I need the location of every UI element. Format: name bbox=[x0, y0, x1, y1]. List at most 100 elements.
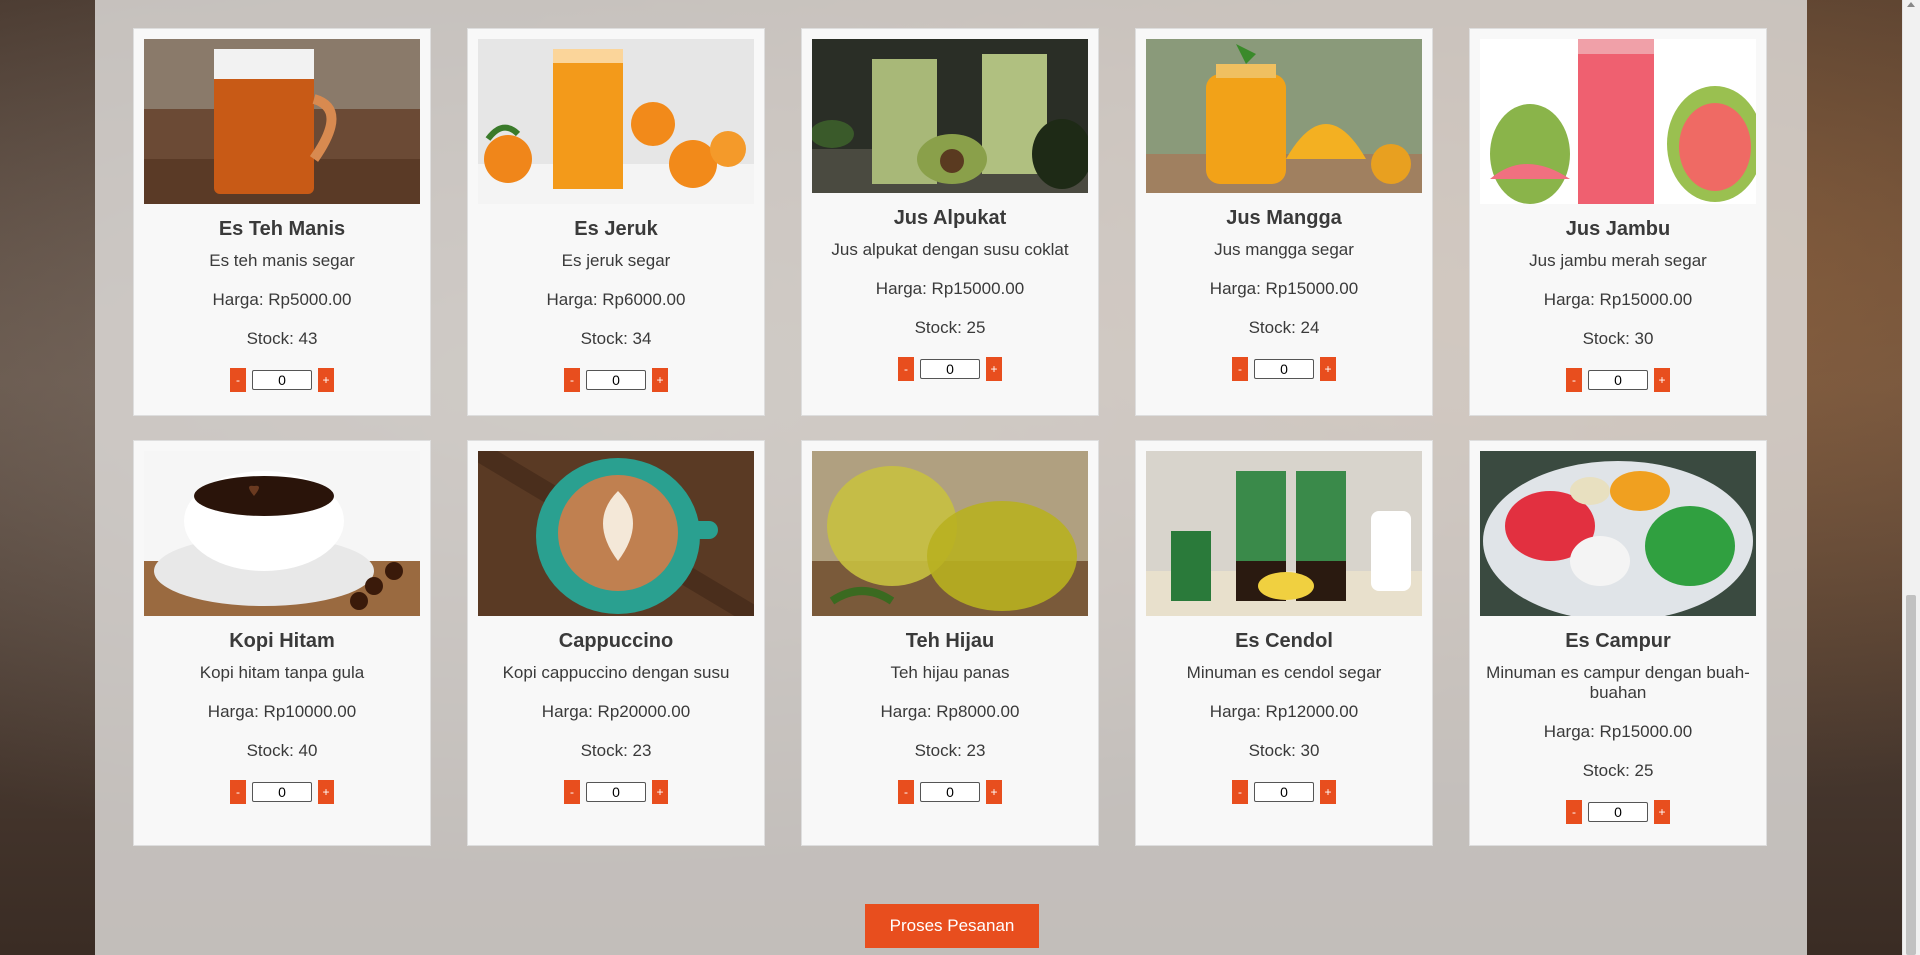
quantity-stepper: - + bbox=[144, 780, 420, 804]
scrollbar-thumb[interactable] bbox=[1906, 595, 1916, 955]
product-name: Es Jeruk bbox=[574, 218, 658, 240]
quantity-input[interactable] bbox=[920, 359, 980, 379]
product-stock: Stock: 30 bbox=[1248, 741, 1320, 760]
page-scrollbar[interactable] bbox=[1902, 0, 1920, 955]
quantity-stepper: - + bbox=[478, 368, 754, 392]
product-description: Teh hijau panas bbox=[890, 663, 1010, 682]
guava-juice-image bbox=[1480, 39, 1756, 204]
orange-juice-image bbox=[478, 39, 754, 204]
es-campur-image bbox=[1480, 451, 1756, 616]
quantity-stepper: - + bbox=[144, 368, 420, 392]
product-description: Jus mangga segar bbox=[1214, 240, 1354, 259]
product-card: Es Cendol Minuman es cendol segar Harga:… bbox=[1135, 440, 1433, 846]
decrease-button[interactable]: - bbox=[564, 368, 580, 392]
product-description: Minuman es cendol segar bbox=[1186, 663, 1382, 682]
product-card: Teh Hijau Teh hijau panas Harga: Rp8000.… bbox=[801, 440, 1099, 846]
quantity-input[interactable] bbox=[920, 782, 980, 802]
product-card: Es Campur Minuman es campur dengan buah-… bbox=[1469, 440, 1767, 846]
quantity-stepper: - + bbox=[1480, 368, 1756, 392]
product-stock: Stock: 23 bbox=[580, 741, 652, 760]
increase-button[interactable]: + bbox=[1320, 780, 1336, 804]
main-content: Es Teh Manis Es teh manis segar Harga: R… bbox=[95, 0, 1807, 955]
product-name: Es Teh Manis bbox=[218, 218, 346, 240]
product-name: Teh Hijau bbox=[905, 630, 995, 652]
product-card: Cappuccino Kopi cappuccino dengan susu H… bbox=[467, 440, 765, 846]
quantity-stepper: - + bbox=[478, 780, 754, 804]
increase-button[interactable]: + bbox=[318, 368, 334, 392]
product-name: Es Cendol bbox=[1235, 630, 1333, 652]
quantity-stepper: - + bbox=[812, 780, 1088, 804]
product-name: Jus Jambu bbox=[1565, 218, 1671, 240]
product-stock: Stock: 34 bbox=[580, 329, 652, 348]
product-description: Kopi cappuccino dengan susu bbox=[502, 663, 730, 682]
increase-button[interactable]: + bbox=[1320, 357, 1336, 381]
product-name: Jus Alpukat bbox=[893, 207, 1007, 229]
product-price: Harga: Rp5000.00 bbox=[212, 290, 352, 309]
product-stock: Stock: 30 bbox=[1582, 329, 1654, 348]
quantity-stepper: - + bbox=[1146, 780, 1422, 804]
product-price: Harga: Rp8000.00 bbox=[880, 702, 1020, 721]
product-description: Es jeruk segar bbox=[561, 251, 671, 270]
increase-button[interactable]: + bbox=[986, 357, 1002, 381]
product-price: Harga: Rp6000.00 bbox=[546, 290, 686, 309]
product-description: Jus jambu merah segar bbox=[1529, 251, 1707, 270]
product-stock: Stock: 40 bbox=[246, 741, 318, 760]
decrease-button[interactable]: - bbox=[898, 357, 914, 381]
product-stock: Stock: 24 bbox=[1248, 318, 1320, 337]
process-order-button[interactable]: Proses Pesanan bbox=[865, 904, 1039, 948]
decrease-button[interactable]: - bbox=[1566, 800, 1582, 824]
decrease-button[interactable]: - bbox=[230, 780, 246, 804]
quantity-input[interactable] bbox=[586, 782, 646, 802]
product-card: Es Jeruk Es jeruk segar Harga: Rp6000.00… bbox=[467, 28, 765, 416]
quantity-input[interactable] bbox=[1254, 782, 1314, 802]
quantity-input[interactable] bbox=[586, 370, 646, 390]
product-price: Harga: Rp12000.00 bbox=[1209, 702, 1359, 721]
product-price: Harga: Rp15000.00 bbox=[1209, 279, 1359, 298]
quantity-input[interactable] bbox=[252, 782, 312, 802]
product-name: Es Campur bbox=[1565, 630, 1671, 652]
quantity-input[interactable] bbox=[1254, 359, 1314, 379]
green-tea-image bbox=[812, 451, 1088, 616]
product-card: Jus Alpukat Jus alpukat dengan susu cokl… bbox=[801, 28, 1099, 416]
product-price: Harga: Rp15000.00 bbox=[1543, 290, 1693, 309]
increase-button[interactable]: + bbox=[652, 780, 668, 804]
product-price: Harga: Rp20000.00 bbox=[541, 702, 691, 721]
quantity-input[interactable] bbox=[1588, 802, 1648, 822]
scroll-up-arrow-icon[interactable] bbox=[1907, 2, 1915, 7]
product-name: Kopi Hitam bbox=[229, 630, 335, 652]
cappuccino-image bbox=[478, 451, 754, 616]
increase-button[interactable]: + bbox=[986, 780, 1002, 804]
increase-button[interactable]: + bbox=[318, 780, 334, 804]
product-stock: Stock: 25 bbox=[1582, 761, 1654, 780]
quantity-stepper: - + bbox=[1480, 800, 1756, 824]
product-description: Minuman es campur dengan buah-buahan bbox=[1486, 663, 1750, 702]
increase-button[interactable]: + bbox=[652, 368, 668, 392]
increase-button[interactable]: + bbox=[1654, 800, 1670, 824]
product-price: Harga: Rp15000.00 bbox=[1543, 722, 1693, 741]
product-card: Jus Mangga Jus mangga segar Harga: Rp150… bbox=[1135, 28, 1433, 416]
quantity-input[interactable] bbox=[1588, 370, 1648, 390]
mango-juice-image bbox=[1146, 39, 1422, 193]
avocado-juice-image bbox=[812, 39, 1088, 193]
quantity-stepper: - + bbox=[812, 357, 1088, 381]
product-description: Es teh manis segar bbox=[209, 251, 355, 270]
decrease-button[interactable]: - bbox=[1232, 780, 1248, 804]
product-name: Cappuccino bbox=[558, 630, 674, 652]
decrease-button[interactable]: - bbox=[898, 780, 914, 804]
decrease-button[interactable]: - bbox=[564, 780, 580, 804]
decrease-button[interactable]: - bbox=[230, 368, 246, 392]
quantity-input[interactable] bbox=[252, 370, 312, 390]
black-coffee-image bbox=[144, 451, 420, 616]
product-stock: Stock: 43 bbox=[246, 329, 318, 348]
quantity-stepper: - + bbox=[1146, 357, 1422, 381]
product-card: Jus Jambu Jus jambu merah segar Harga: R… bbox=[1469, 28, 1767, 416]
product-stock: Stock: 23 bbox=[914, 741, 986, 760]
product-card: Es Teh Manis Es teh manis segar Harga: R… bbox=[133, 28, 431, 416]
product-price: Harga: Rp10000.00 bbox=[207, 702, 357, 721]
decrease-button[interactable]: - bbox=[1566, 368, 1582, 392]
product-price: Harga: Rp15000.00 bbox=[875, 279, 1025, 298]
product-description: Kopi hitam tanpa gula bbox=[199, 663, 365, 682]
increase-button[interactable]: + bbox=[1654, 368, 1670, 392]
decrease-button[interactable]: - bbox=[1232, 357, 1248, 381]
product-name: Jus Mangga bbox=[1226, 207, 1342, 229]
